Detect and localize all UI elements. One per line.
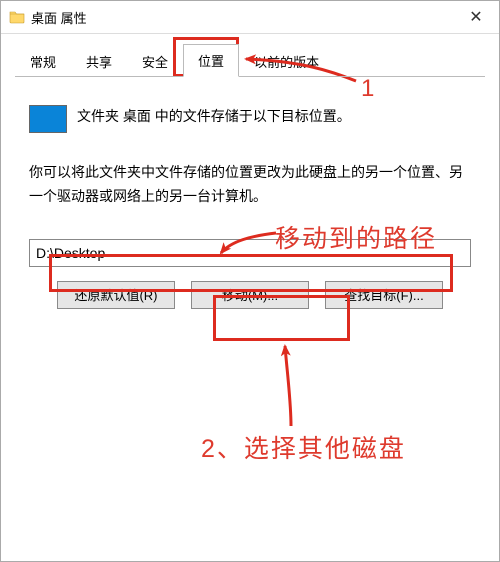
location-panel: 文件夹 桌面 中的文件存储于以下目标位置。 你可以将此文件夹中文件存储的位置更改… (1, 77, 499, 309)
close-button[interactable]: ✕ (453, 1, 499, 33)
tab-bar: 常规 共享 安全 位置 以前的版本 (1, 34, 499, 77)
button-row: 还原默认值(R) 移动(M)... 查找目标(F)... (29, 281, 471, 309)
properties-window: 桌面 属性 ✕ 常规 共享 安全 位置 以前的版本 文件夹 桌面 中的文件存储于… (0, 0, 500, 562)
titlebar: 桌面 属性 ✕ (1, 1, 499, 34)
find-target-button[interactable]: 查找目标(F)... (325, 281, 443, 309)
tab-general[interactable]: 常规 (15, 45, 71, 77)
description-text: 你可以将此文件夹中文件存储的位置更改为此硬盘上的另一个位置、另一个驱动器或网络上… (29, 161, 471, 209)
tab-underline (15, 76, 485, 77)
tab-security[interactable]: 安全 (127, 45, 183, 77)
desktop-icon (29, 105, 67, 133)
window-title: 桌面 属性 (31, 8, 453, 27)
tab-previous-versions[interactable]: 以前的版本 (239, 45, 334, 77)
close-icon: ✕ (469, 7, 482, 27)
tab-location[interactable]: 位置 (183, 44, 239, 77)
restore-defaults-button[interactable]: 还原默认值(R) (57, 281, 175, 309)
move-button[interactable]: 移动(M)... (191, 281, 309, 309)
annotation-step2: 2、选择其他磁盘 (201, 429, 406, 465)
folder-icon (9, 9, 25, 25)
info-row: 文件夹 桌面 中的文件存储于以下目标位置。 (29, 103, 471, 133)
info-text: 文件夹 桌面 中的文件存储于以下目标位置。 (77, 103, 351, 127)
tab-share[interactable]: 共享 (71, 45, 127, 77)
target-path-input[interactable] (29, 239, 471, 267)
